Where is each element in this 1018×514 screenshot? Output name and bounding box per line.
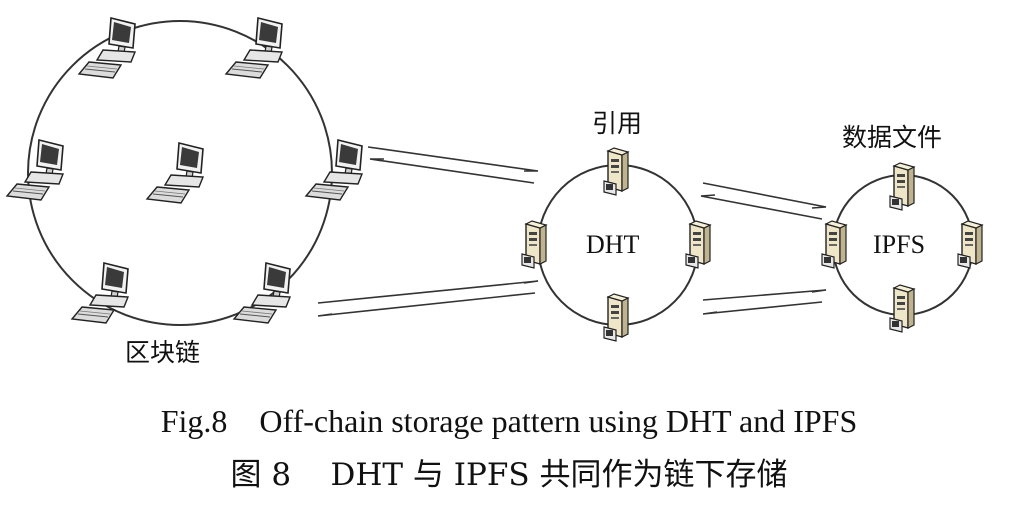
blockchain-label: 区块链 — [125, 338, 201, 367]
blockchain-node-computer-icon — [71, 262, 129, 324]
ipfs-server-icon — [957, 220, 983, 269]
ipfs-server-icon — [821, 220, 847, 269]
blockchain-node-computer-icon — [6, 139, 64, 201]
blockchain-node-computer-icon — [146, 142, 204, 204]
dht-server-icon — [603, 293, 629, 342]
figure-caption-chinese: 图 8 DHT 与 IPFS 共同作为链下存储 — [230, 457, 788, 493]
reference-label: 引用 — [592, 109, 643, 138]
dht-server-icon — [603, 147, 629, 196]
blockchain-node-computer-icon — [78, 17, 136, 79]
data-file-label: 数据文件 — [842, 123, 943, 152]
dht-label: DHT — [586, 230, 640, 259]
dht-server-icon — [521, 220, 547, 269]
blockchain-node-computer-icon — [225, 17, 283, 79]
dht-server-icon — [685, 220, 711, 269]
ipfs-server-icon — [889, 284, 915, 333]
arrow-blockchain-dht-upper — [367, 146, 539, 184]
arrow-dht-ipfs-upper — [700, 182, 827, 220]
blockchain-node-computer-icon — [305, 139, 363, 201]
arrow-blockchain-dht-lower — [317, 280, 539, 317]
ipfs-label: IPFS — [873, 230, 926, 259]
arrow-dht-ipfs-lower — [702, 289, 827, 315]
ipfs-server-icon — [889, 162, 915, 211]
blockchain-node-computer-icon — [233, 262, 291, 324]
figure-caption-english: Fig.8 Off-chain storage pattern using DH… — [160, 403, 858, 439]
